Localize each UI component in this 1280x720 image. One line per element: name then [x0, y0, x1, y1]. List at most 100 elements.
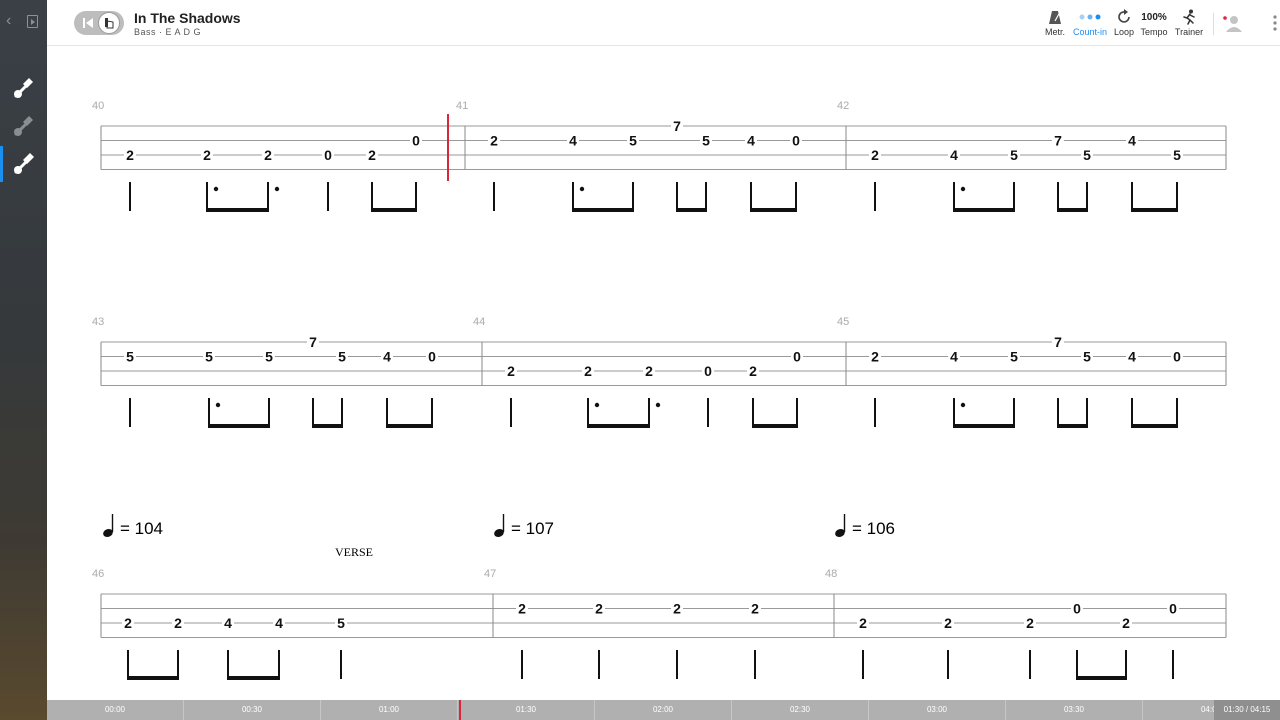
timeline-tick[interactable]: 03:30 [1006, 700, 1143, 720]
tablature-sheet[interactable]: = 104 = 107 = 106 VERSE 402 2 2 0 20412 4 575 4… [47, 46, 1280, 700]
tempo-label: Tempo [1140, 27, 1168, 37]
tempo-button[interactable]: 100% Tempo [1139, 8, 1169, 38]
section-marker-verse: VERSE [335, 545, 373, 559]
fret-number[interactable]: 2 [507, 363, 515, 379]
tab-measure[interactable]: 42 2 4 5 7 5 4 5 [837, 100, 1227, 212]
fret-number[interactable]: 2 [368, 147, 376, 163]
fret-number[interactable]: 7 [673, 118, 681, 134]
fret-number[interactable]: 4 [1128, 349, 1136, 365]
trainer-button[interactable]: Trainer [1172, 8, 1206, 37]
note-beam [953, 208, 1015, 212]
fret-number[interactable]: 2 [944, 615, 952, 631]
tab-measure[interactable]: 43 5 5 5 7 5 4 0 [92, 316, 483, 428]
track-guitar-2-button[interactable] [0, 108, 47, 144]
fret-number[interactable]: 2 [595, 601, 603, 617]
fret-number[interactable]: 2 [871, 349, 879, 365]
fret-number[interactable]: 5 [702, 133, 710, 149]
fret-number[interactable]: 4 [950, 349, 958, 365]
fret-number[interactable]: 4 [747, 133, 755, 149]
metronome-button[interactable]: Metr. [1041, 8, 1069, 37]
fret-number[interactable]: 2 [673, 601, 681, 617]
rewind-icon[interactable] [83, 18, 93, 28]
fret-number[interactable]: 2 [124, 615, 132, 631]
fret-number[interactable]: 7 [1054, 133, 1062, 149]
fret-number[interactable]: 2 [518, 601, 526, 617]
timeline-bar[interactable]: 00:00 00:30 01:00 01:30 02:00 02:30 03:00 03:30… [47, 700, 1280, 720]
fret-number[interactable]: 0 [1169, 601, 1177, 617]
user-avatar-icon[interactable] [1222, 13, 1242, 33]
timeline-tick[interactable]: 02:30 [732, 700, 869, 720]
note-beam [208, 424, 270, 428]
fret-number[interactable]: 5 [338, 349, 346, 365]
timeline-tick[interactable]: 01:30 [458, 700, 595, 720]
fret-number[interactable]: 5 [1083, 349, 1091, 365]
fret-number[interactable]: 4 [569, 133, 577, 149]
fret-number[interactable]: 2 [749, 363, 757, 379]
count-in-button[interactable]: Count-in [1071, 8, 1109, 37]
fret-number[interactable]: 4 [383, 349, 391, 365]
fret-number[interactable]: 5 [1010, 147, 1018, 163]
tab-measure[interactable]: 46 2 2 4 4 5 [92, 568, 494, 680]
fret-number[interactable]: 0 [1173, 349, 1181, 365]
track-bass-button[interactable] [0, 146, 47, 182]
track-guitar-1-button[interactable] [0, 70, 47, 106]
fret-number[interactable]: 2 [645, 363, 653, 379]
timeline-tick[interactable]: 02:00 [595, 700, 732, 720]
tab-measure[interactable]: 48 2 2 2 0 2 0 [825, 568, 1227, 680]
fret-number[interactable]: 4 [950, 147, 958, 163]
fret-number[interactable]: 4 [1128, 133, 1136, 149]
fret-number[interactable]: 5 [265, 349, 273, 365]
timeline-tick[interactable]: 00:00 [47, 700, 184, 720]
fret-number[interactable]: 2 [1026, 615, 1034, 631]
rhythm-dot [594, 402, 600, 408]
fret-number[interactable]: 7 [309, 334, 317, 350]
hand-cursor-icon [105, 18, 114, 29]
fret-number[interactable]: 5 [1083, 147, 1091, 163]
timeline-tick[interactable]: 03:00 [869, 700, 1006, 720]
fret-number[interactable]: 7 [1054, 334, 1062, 350]
fret-number[interactable]: 2 [126, 147, 134, 163]
guitar-icon [14, 116, 33, 136]
loop-button[interactable]: Loop [1111, 8, 1137, 37]
tab-measure[interactable]: 452 4 575 4 0 [837, 316, 1227, 428]
chevron-left-icon[interactable]: ‹ [6, 12, 11, 30]
fret-number[interactable]: 5 [1010, 349, 1018, 365]
fret-number[interactable]: 2 [264, 147, 272, 163]
fret-number[interactable]: 5 [126, 349, 134, 365]
timeline-tick[interactable]: 01:00 [321, 700, 458, 720]
fret-number[interactable]: 2 [584, 363, 592, 379]
fret-number[interactable]: 2 [751, 601, 759, 617]
fret-number[interactable]: 0 [412, 133, 420, 149]
note-beam [386, 424, 433, 428]
note-beam [127, 676, 179, 680]
fret-number[interactable]: 0 [1073, 601, 1081, 617]
fret-number[interactable]: 0 [428, 349, 436, 365]
fret-number[interactable]: 5 [629, 133, 637, 149]
fret-number[interactable]: 5 [205, 349, 213, 365]
fret-number[interactable]: 2 [1122, 615, 1130, 631]
fret-number[interactable]: 2 [871, 147, 879, 163]
playhead-marker[interactable] [459, 700, 461, 720]
more-menu-icon[interactable] [1270, 14, 1280, 32]
toggle-panel-icon[interactable] [27, 15, 38, 28]
tab-measure[interactable]: 40 2 2 2 0 2 0 [92, 100, 466, 212]
fret-number[interactable]: 2 [174, 615, 182, 631]
play-button[interactable] [98, 12, 120, 34]
fret-number[interactable]: 5 [337, 615, 345, 631]
fret-number[interactable]: 0 [793, 349, 801, 365]
loop-icon [1118, 9, 1130, 23]
fret-number[interactable]: 0 [792, 133, 800, 149]
tab-measure[interactable]: 44 2 2 2 0 2 0 [473, 316, 847, 428]
timeline-tick[interactable]: 00:30 [184, 700, 321, 720]
fret-number[interactable]: 4 [224, 615, 232, 631]
fret-number[interactable]: 4 [275, 615, 283, 631]
fret-number[interactable]: 5 [1173, 147, 1181, 163]
fret-number[interactable]: 0 [324, 147, 332, 163]
tab-system: 402 2 2 0 20412 4 575 4 0422 4 57545 [92, 100, 1227, 212]
fret-number[interactable]: 2 [490, 133, 498, 149]
time-position: 01:30 / 04:15 [1214, 700, 1280, 720]
fret-number[interactable]: 2 [203, 147, 211, 163]
tab-measure[interactable]: 41 2 4 5 7 5 4 0 [456, 100, 847, 212]
fret-number[interactable]: 0 [704, 363, 712, 379]
fret-number[interactable]: 2 [859, 615, 867, 631]
